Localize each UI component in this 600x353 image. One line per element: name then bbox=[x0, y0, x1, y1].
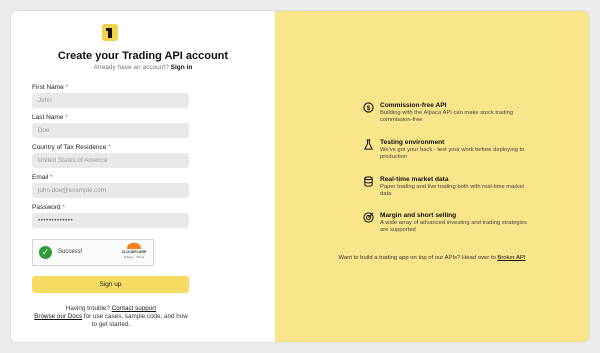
flask-icon bbox=[364, 139, 373, 150]
feature-title: Margin and short selling bbox=[380, 212, 457, 219]
signup-window: Create your Trading API account Already … bbox=[11, 11, 589, 342]
feature-market-data: Real-time market data Paper trading and … bbox=[364, 176, 530, 198]
email-field[interactable]: john.doe@example.com bbox=[32, 183, 189, 198]
signin-prompt: Already have an account? Sign in bbox=[11, 64, 275, 71]
page-title: Create your Trading API account bbox=[57, 50, 229, 62]
bottom-fade bbox=[11, 326, 275, 342]
signin-prompt-text: Already have an account? bbox=[93, 64, 169, 71]
contact-support-link[interactable]: Contact support bbox=[112, 305, 156, 312]
feature-description: Building with the Alpaca API can make st… bbox=[380, 110, 514, 123]
feature-description: Paper trading and live trading both with… bbox=[380, 184, 525, 197]
docs-line: Browse our Docs for use cases, sample co… bbox=[11, 313, 211, 321]
country-label: Country of Tax Residence * bbox=[32, 144, 111, 151]
feature-commission-free: $ Commission-free API Building with the … bbox=[363, 102, 530, 124]
first-name-field[interactable]: John bbox=[32, 93, 189, 108]
dollar-coin-icon: $ bbox=[363, 102, 374, 113]
success-check-icon: ✓ bbox=[39, 246, 52, 259]
broker-api-link[interactable]: Broker API bbox=[497, 255, 525, 261]
feature-testing-environment: Testing environment We've got your back … bbox=[364, 139, 530, 161]
cta-text: Want to build a trading app on top of ou… bbox=[338, 255, 496, 261]
email-label: Email * bbox=[32, 174, 53, 181]
broker-api-cta: Want to build a trading app on top of ou… bbox=[275, 255, 589, 261]
feature-title: Real-time market data bbox=[380, 176, 449, 183]
feature-title: Commission-free API bbox=[380, 102, 447, 109]
feature-description: We've got your back - test your work bef… bbox=[380, 147, 525, 160]
last-name-field[interactable]: Doe bbox=[32, 123, 189, 138]
docs-link[interactable]: Browse our Docs bbox=[34, 313, 82, 320]
support-line: Having trouble? Contact support bbox=[11, 305, 211, 313]
cloudflare-cloud-icon bbox=[127, 243, 141, 249]
signup-panel: Create your Trading API account Already … bbox=[11, 11, 275, 342]
feature-margin-short: Margin and short selling A wide array of… bbox=[363, 212, 530, 234]
cloudflare-logo: CLOUDFLARE Privacy · Terms bbox=[120, 243, 148, 261]
trouble-text: Having trouble? bbox=[65, 305, 110, 312]
captcha-widget[interactable]: ✓ Success! CLOUDFLARE Privacy · Terms bbox=[32, 239, 154, 266]
captcha-status: Success! bbox=[58, 249, 83, 255]
country-select[interactable]: United States of America bbox=[32, 153, 189, 168]
feature-title: Testing environment bbox=[380, 139, 445, 146]
alpaca-logo-icon bbox=[102, 24, 118, 41]
cloudflare-brand: CLOUDFLARE bbox=[121, 250, 147, 254]
target-icon bbox=[363, 212, 374, 223]
feature-description: A wide array of advanced investing and t… bbox=[380, 220, 527, 233]
password-label: Password * bbox=[32, 204, 65, 211]
signup-button[interactable]: Sign up bbox=[32, 276, 189, 293]
last-name-label: Last Name * bbox=[32, 114, 68, 121]
signin-link[interactable]: Sign in bbox=[171, 64, 193, 71]
docs-text: for use cases, sample code, and how bbox=[83, 313, 188, 320]
password-field[interactable]: ••••••••••••• bbox=[32, 213, 189, 228]
svg-text:$: $ bbox=[367, 105, 371, 112]
first-name-label: First Name * bbox=[32, 84, 69, 91]
database-icon bbox=[364, 176, 373, 187]
captcha-privacy-terms[interactable]: Privacy · Terms bbox=[120, 255, 148, 259]
features-panel: $ Commission-free API Building with the … bbox=[275, 11, 589, 342]
